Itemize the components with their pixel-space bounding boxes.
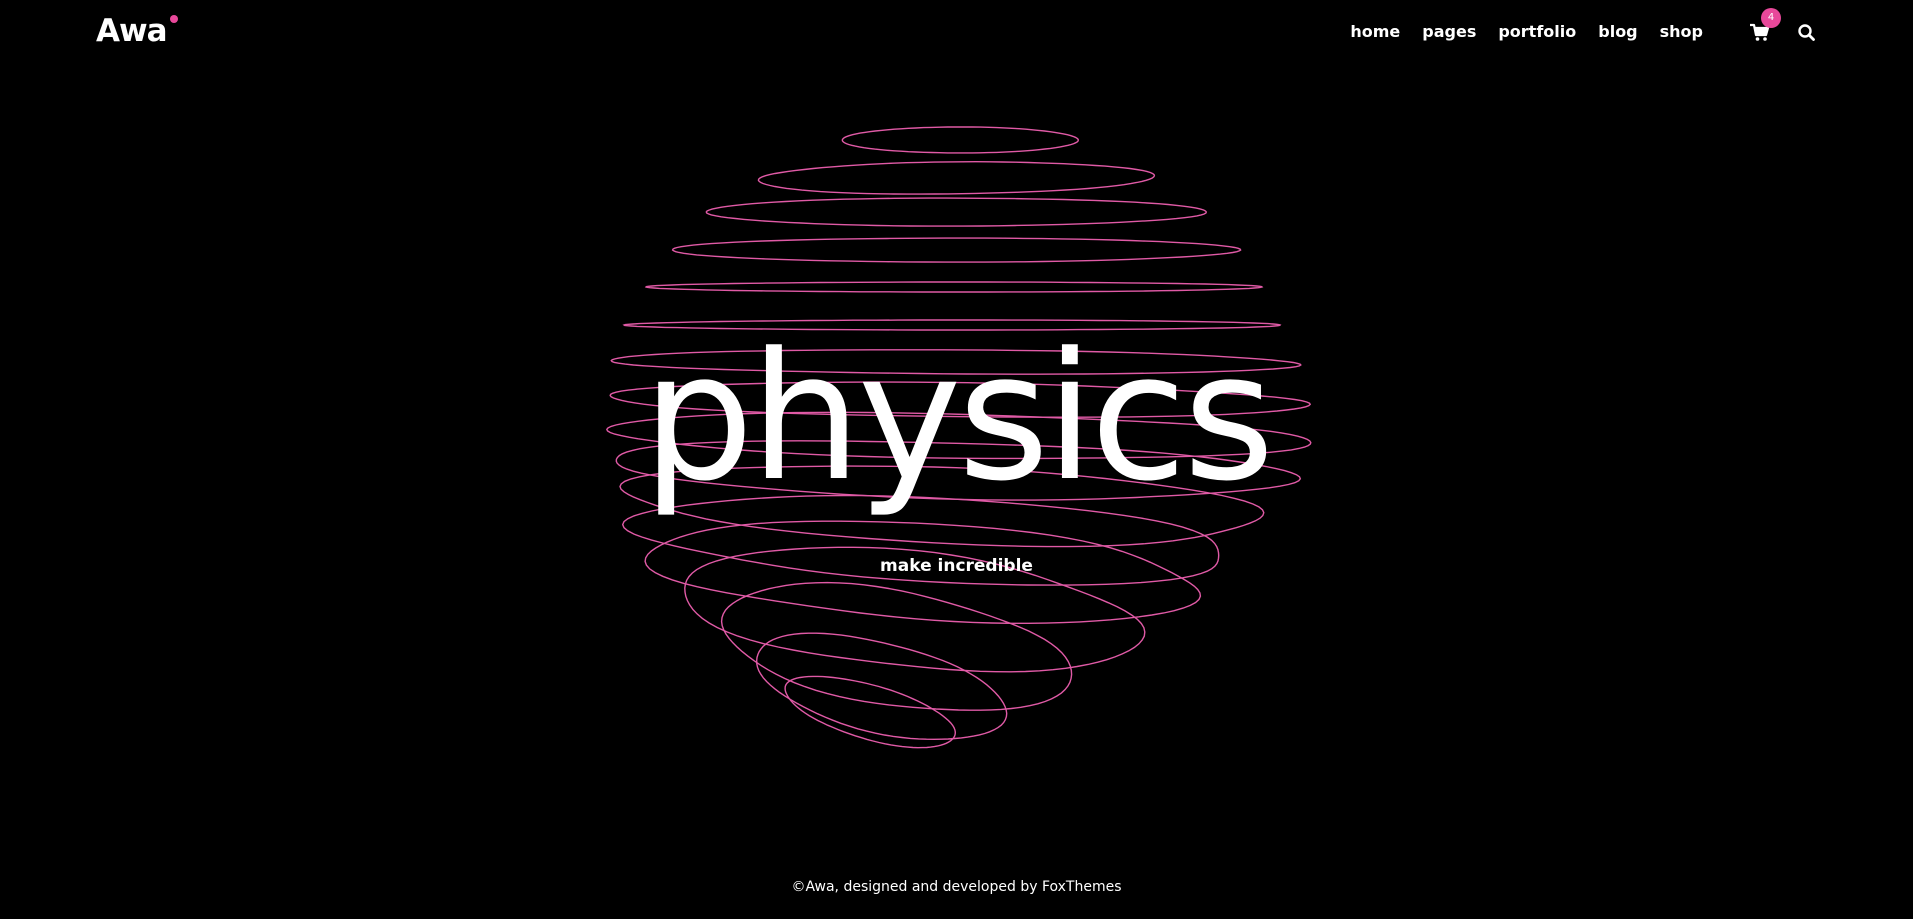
sphere-ring [757, 160, 1156, 195]
logo-dot [169, 15, 178, 23]
footer-credits: ©Awa, designed and developed by FoxTheme… [0, 877, 1913, 897]
footer-link-foxthemes[interactable]: FoxThemes [1042, 879, 1122, 895]
sphere-ring [705, 197, 1208, 227]
sphere-ring [644, 281, 1264, 293]
nav-item-pages[interactable]: pages [1422, 20, 1476, 44]
search-icon [1798, 24, 1815, 41]
cart-count-badge: 4 [1761, 8, 1781, 28]
nav-item-blog[interactable]: blog [1598, 20, 1637, 44]
hero-subtitle: make incredible [880, 556, 1033, 576]
footer-text: ©Awa, designed and developed by [791, 879, 1042, 895]
sphere-ring [784, 675, 957, 749]
logo[interactable]: Awa [96, 12, 178, 50]
hero-title: physics [642, 315, 1274, 520]
sphere-ring [755, 632, 1008, 741]
nav-item-home[interactable]: home [1350, 20, 1400, 44]
nav-item-shop[interactable]: shop [1660, 20, 1703, 44]
search-button[interactable] [1797, 23, 1817, 43]
nav-item-portfolio[interactable]: portfolio [1498, 20, 1576, 44]
logo-text: Awa [96, 13, 168, 49]
sphere-ring [841, 126, 1080, 154]
main-nav: home pages portfolio blog shop [1350, 20, 1703, 44]
page: Awa home pages portfolio blog shop 4 phy… [0, 0, 1913, 919]
sphere-ring [671, 237, 1242, 263]
